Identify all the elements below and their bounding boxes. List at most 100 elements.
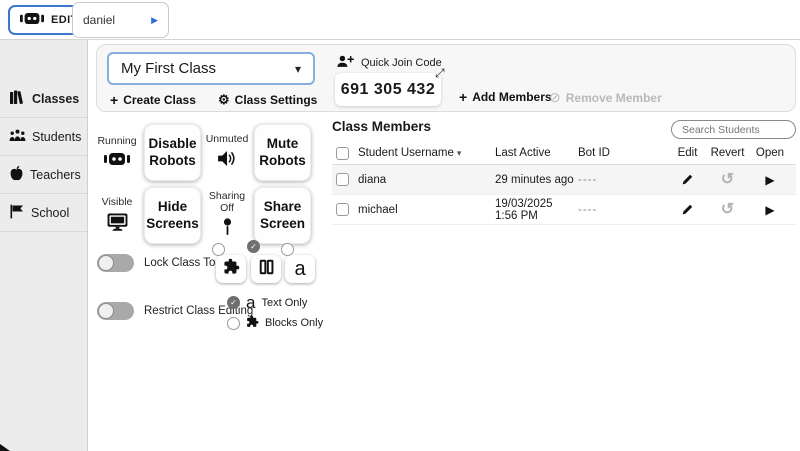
revert-icon[interactable]: ↺ <box>705 202 750 218</box>
sidebar-item-school[interactable]: School <box>0 194 87 232</box>
text-only-option: ✓ a Text Only <box>227 294 307 311</box>
cell-bot-id: ---- <box>578 174 670 186</box>
chevron-down-icon: ▾ <box>295 62 301 76</box>
add-members-button[interactable]: + Add Members <box>459 89 552 105</box>
classes-books-icon <box>9 89 26 108</box>
sharing-status: Sharing Off <box>204 191 250 240</box>
class-settings-label: Class Settings <box>235 93 318 107</box>
split-view-button[interactable] <box>251 255 281 283</box>
share-screen-button[interactable]: Share Screen <box>254 187 311 244</box>
expand-code-icon[interactable]: ⤢ <box>435 66 445 81</box>
class-members-title: Class Members <box>332 119 431 134</box>
sidebar-item-label: Teachers <box>30 168 81 182</box>
column-edit: Edit <box>670 147 705 159</box>
no-entry-icon: ⊘ <box>549 89 561 106</box>
robots-muted-cell: Unmuted Mute Robots <box>204 124 311 181</box>
sidebar-item-label: Classes <box>32 92 79 106</box>
disable-robots-button[interactable]: Disable Robots <box>144 124 201 181</box>
text-mode-button[interactable]: a <box>285 255 315 283</box>
row-checkbox[interactable] <box>336 203 349 216</box>
sidebar-item-students[interactable]: Students <box>0 118 87 156</box>
column-bot-id: Bot ID <box>578 147 670 159</box>
column-student-username[interactable]: Student Username▾ <box>358 147 495 159</box>
screens-status: Visible <box>94 197 140 234</box>
blocks-mode-radio[interactable] <box>212 243 225 256</box>
restrict-editing-toggle[interactable] <box>97 302 134 320</box>
sidebar-item-label: Students <box>32 130 81 144</box>
monitor-icon <box>107 213 128 235</box>
quick-join-code-value[interactable]: 691 305 432 <box>335 73 441 106</box>
classroom-manager-app: EDITOR daniel ▶ Classes <box>0 0 800 451</box>
plus-icon: + <box>110 92 118 108</box>
sidebar: Classes Students Teachers <box>0 40 88 451</box>
open-play-icon[interactable]: ▶ <box>750 173 790 187</box>
search-students-input[interactable] <box>671 120 796 139</box>
text-only-label: Text Only <box>261 297 307 309</box>
lock-class-toggle[interactable] <box>97 254 134 272</box>
corner-mark <box>0 444 10 451</box>
screen-sharing-cell: Sharing Off Share Screen <box>204 187 311 244</box>
class-panel: My First Class ▾ + Create Class ⚙ Class … <box>96 44 796 112</box>
puzzle-icon <box>223 258 240 280</box>
mute-status-label: Unmuted <box>206 134 249 146</box>
text-a-icon: a <box>294 259 305 279</box>
speaker-icon <box>218 150 237 171</box>
table-row: michael 19/03/2025 1:56 PM ---- ↺ ▶ <box>332 195 796 225</box>
create-class-label: Create Class <box>123 93 196 107</box>
pin-icon <box>223 218 232 240</box>
text-only-radio[interactable]: ✓ <box>227 296 240 309</box>
blocks-mode-button[interactable] <box>216 255 246 283</box>
blocks-only-label: Blocks Only <box>265 317 323 329</box>
cell-last-active: 19/03/2025 1:56 PM <box>495 198 578 222</box>
columns-icon <box>258 259 275 280</box>
mute-robots-button[interactable]: Mute Robots <box>254 124 311 181</box>
cell-bot-id: ---- <box>578 204 670 216</box>
hide-screens-button[interactable]: Hide Screens <box>144 187 201 244</box>
robots-running-cell: Running Disable Robots <box>94 124 201 181</box>
check-icon: ✓ <box>230 298 237 307</box>
blocks-only-option: Blocks Only <box>227 315 323 331</box>
column-last-active: Last Active <box>495 147 578 159</box>
robots-status: Running <box>94 136 140 169</box>
create-class-button[interactable]: + Create Class <box>110 92 196 108</box>
revert-icon[interactable]: ↺ <box>705 172 750 188</box>
add-members-label: Add Members <box>472 90 551 104</box>
open-play-icon[interactable]: ▶ <box>750 203 790 217</box>
sidebar-item-label: School <box>31 206 69 220</box>
blocks-only-radio[interactable] <box>227 317 240 330</box>
edit-pencil-icon[interactable] <box>670 173 705 186</box>
split-mode-radio[interactable]: ✓ <box>247 240 260 253</box>
robot-icon <box>20 12 44 28</box>
plus-icon: + <box>459 89 467 105</box>
row-checkbox[interactable] <box>336 173 349 186</box>
sidebar-item-teachers[interactable]: Teachers <box>0 156 87 194</box>
remove-member-button[interactable]: ⊘ Remove Member <box>549 89 662 106</box>
text-a-icon: a <box>246 294 255 311</box>
school-flag-icon <box>9 204 25 222</box>
puzzle-icon <box>246 315 259 331</box>
teachers-apple-icon <box>9 165 24 184</box>
user-tab-label: daniel <box>83 13 115 27</box>
robots-status-label: Running <box>97 136 136 148</box>
edit-pencil-icon[interactable] <box>670 203 705 216</box>
cell-username: michael <box>358 204 495 216</box>
class-select[interactable]: My First Class ▾ <box>107 52 315 85</box>
class-members-table: Student Username▾ Last Active Bot ID Edi… <box>332 142 796 225</box>
screens-visible-cell: Visible Hide Screens <box>94 187 201 244</box>
cell-last-active: 29 minutes ago <box>495 174 578 186</box>
quick-join-code-label: Quick Join Code <box>337 55 442 71</box>
screens-status-label: Visible <box>102 197 133 209</box>
remove-member-label: Remove Member <box>566 91 662 105</box>
sidebar-item-classes[interactable]: Classes <box>0 80 87 118</box>
table-header-row: Student Username▾ Last Active Bot ID Edi… <box>332 142 796 165</box>
class-settings-button[interactable]: ⚙ Class Settings <box>218 92 317 108</box>
run-user-icon[interactable]: ▶ <box>151 15 158 26</box>
cell-username: diana <box>358 174 495 186</box>
text-mode-radio[interactable] <box>281 243 294 256</box>
user-tab-daniel[interactable]: daniel ▶ <box>72 2 169 38</box>
column-revert: Revert <box>705 147 750 159</box>
select-all-checkbox[interactable] <box>336 147 349 160</box>
sort-caret-icon: ▾ <box>457 148 462 158</box>
column-open: Open <box>750 147 790 159</box>
check-icon: ✓ <box>250 242 257 251</box>
